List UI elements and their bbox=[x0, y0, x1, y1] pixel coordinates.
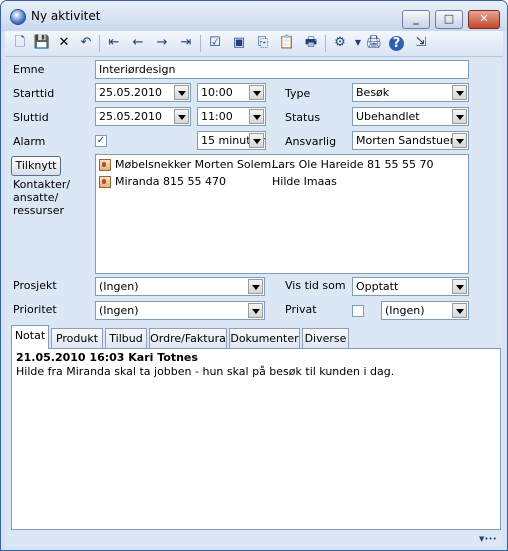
contact-name: Møbelsnekker Morten Solem... bbox=[115, 158, 282, 171]
chevron-down-icon[interactable] bbox=[452, 133, 467, 148]
chevron-down-icon[interactable] bbox=[249, 133, 264, 148]
app-icon bbox=[10, 9, 26, 25]
chevron-down-icon[interactable] bbox=[174, 85, 189, 100]
private-value: (Ingen) bbox=[385, 304, 425, 317]
start-time-value: 10:00 bbox=[201, 86, 233, 99]
resize-grip-icon[interactable]: ▼••• bbox=[479, 535, 499, 543]
print-preview-icon[interactable]: 🖶 bbox=[302, 34, 320, 52]
properties-icon[interactable]: ⚙ bbox=[331, 34, 349, 52]
maximize-button[interactable]: □ bbox=[435, 10, 463, 29]
show-time-as-value: Opptatt bbox=[356, 280, 399, 293]
undo-icon[interactable]: ↶ bbox=[77, 34, 95, 52]
exit-icon[interactable]: ⇲ bbox=[412, 34, 430, 52]
start-time-select[interactable]: 10:00 bbox=[197, 83, 266, 102]
previous-record-icon[interactable]: ← bbox=[129, 34, 147, 52]
copy-icon[interactable]: ⎘ bbox=[254, 34, 272, 52]
tab-produkt[interactable]: Produkt bbox=[51, 328, 103, 348]
window-title: Ny aktivitet bbox=[31, 9, 101, 23]
type-value: Besøk bbox=[356, 86, 390, 99]
status-label: Status bbox=[285, 111, 321, 124]
chevron-down-icon[interactable] bbox=[248, 303, 263, 318]
toolbar-separator bbox=[325, 35, 326, 52]
end-date-value: 25.05.2010 bbox=[99, 110, 162, 123]
project-select[interactable]: (Ingen) bbox=[95, 277, 265, 296]
paste-icon[interactable]: 📋 bbox=[278, 34, 296, 52]
new-icon[interactable]: 🗋 bbox=[11, 34, 29, 52]
contact-card-icon bbox=[99, 176, 111, 188]
maximize-icon: □ bbox=[443, 12, 455, 25]
toolbar-separator bbox=[200, 35, 201, 52]
preview-icon[interactable]: ▣ bbox=[230, 34, 248, 52]
private-label: Privat bbox=[285, 303, 317, 316]
show-time-as-select[interactable]: Opptatt bbox=[352, 277, 469, 296]
next-record-icon[interactable]: → bbox=[153, 34, 171, 52]
type-select[interactable]: Besøk bbox=[352, 83, 469, 102]
private-select[interactable]: (Ingen) bbox=[381, 301, 469, 320]
project-label: Prosjekt bbox=[13, 279, 57, 292]
status-select[interactable]: Ubehandlet bbox=[352, 107, 469, 126]
chevron-down-icon[interactable] bbox=[452, 85, 467, 100]
close-button[interactable]: ✕ bbox=[468, 10, 500, 29]
print-icon[interactable]: 🖨 bbox=[365, 34, 383, 52]
toolbar: 🗋 💾 ✕ ↶ ⇤ ← → ⇥ ☑ ▣ ⎘ 📋 🖶 ⚙ ▼ 🖨 ? ⇲ bbox=[5, 31, 503, 57]
responsible-value: Morten Sandstuen bbox=[356, 134, 457, 147]
chevron-down-icon[interactable] bbox=[452, 279, 467, 294]
contact-card-icon bbox=[99, 159, 111, 171]
tab-tilbud[interactable]: Tilbud bbox=[105, 328, 147, 348]
complete-icon[interactable]: ☑ bbox=[206, 34, 224, 52]
alarm-select[interactable]: 15 minutter bbox=[197, 131, 266, 150]
responsible-label: Ansvarlig bbox=[285, 135, 337, 148]
tab-dokumenter[interactable]: Dokumenter bbox=[229, 328, 300, 348]
tab-ordre-faktura[interactable]: Ordre/Faktura bbox=[149, 328, 227, 348]
chevron-down-icon[interactable] bbox=[452, 303, 467, 318]
tab-notat[interactable]: Notat bbox=[11, 325, 49, 349]
minimize-button[interactable]: _ bbox=[402, 10, 430, 29]
chevron-down-icon[interactable] bbox=[248, 279, 263, 294]
alarm-checkbox[interactable]: ✓ bbox=[95, 135, 107, 147]
chevron-down-icon[interactable] bbox=[249, 85, 264, 100]
contact-name: Miranda 815 55 470 bbox=[115, 175, 226, 188]
subject-label: Emne bbox=[13, 63, 45, 76]
end-time-value: 11:00 bbox=[201, 110, 233, 123]
last-record-icon[interactable]: ⇥ bbox=[177, 34, 195, 52]
save-icon[interactable]: 💾 bbox=[33, 34, 51, 52]
help-icon[interactable]: ? bbox=[389, 36, 404, 51]
responsible-select[interactable]: Morten Sandstuen bbox=[352, 131, 469, 150]
alarm-label: Alarm bbox=[13, 135, 46, 148]
start-date-picker[interactable]: 25.05.2010 bbox=[95, 83, 191, 102]
activity-window: Ny aktivitet _ □ ✕ 🗋 💾 ✕ ↶ ⇤ ← → ⇥ ☑ ▣ ⎘… bbox=[0, 0, 508, 551]
subject-input[interactable]: Interiørdesign bbox=[95, 60, 469, 79]
note-body: Hilde fra Miranda skal ta jobben - hun s… bbox=[16, 365, 395, 378]
project-value: (Ingen) bbox=[99, 280, 139, 293]
chevron-down-icon[interactable] bbox=[249, 109, 264, 124]
end-date-picker[interactable]: 25.05.2010 bbox=[95, 107, 191, 126]
first-record-icon[interactable]: ⇤ bbox=[105, 34, 123, 52]
show-time-as-label: Vis tid som bbox=[285, 279, 346, 292]
tab-diverse[interactable]: Diverse bbox=[302, 328, 349, 348]
priority-select[interactable]: (Ingen) bbox=[95, 301, 265, 320]
start-time-label: Starttid bbox=[13, 87, 55, 100]
contacts-list[interactable]: Møbelsnekker Morten Solem... Lars Ole Ha… bbox=[95, 154, 469, 274]
chevron-down-icon[interactable] bbox=[174, 109, 189, 124]
type-label: Type bbox=[285, 87, 311, 100]
contacts-label: Kontakter/ ansatte/ ressurser bbox=[13, 178, 71, 217]
status-value: Ubehandlet bbox=[356, 110, 420, 123]
delete-icon[interactable]: ✕ bbox=[55, 34, 73, 52]
link-button[interactable]: Tilknytt bbox=[11, 156, 61, 176]
priority-value: (Ingen) bbox=[99, 304, 139, 317]
private-checkbox[interactable] bbox=[352, 305, 364, 317]
minimize-icon: _ bbox=[413, 12, 419, 25]
end-time-label: Sluttid bbox=[13, 111, 49, 124]
end-time-select[interactable]: 11:00 bbox=[197, 107, 266, 126]
priority-label: Prioritet bbox=[13, 303, 57, 316]
note-editor[interactable]: 21.05.2010 16:03 Kari Totnes Hilde fra M… bbox=[11, 348, 501, 530]
start-date-value: 25.05.2010 bbox=[99, 86, 162, 99]
note-header: 21.05.2010 16:03 Kari Totnes bbox=[16, 351, 198, 364]
chevron-down-icon[interactable] bbox=[452, 109, 467, 124]
toolbar-separator bbox=[99, 35, 100, 52]
contact-person: Lars Ole Hareide 81 55 55 70 bbox=[272, 158, 434, 171]
close-icon: ✕ bbox=[479, 12, 489, 25]
contact-person: Hilde Imaas bbox=[272, 175, 337, 188]
title-bar: Ny aktivitet _ □ ✕ bbox=[1, 1, 507, 31]
